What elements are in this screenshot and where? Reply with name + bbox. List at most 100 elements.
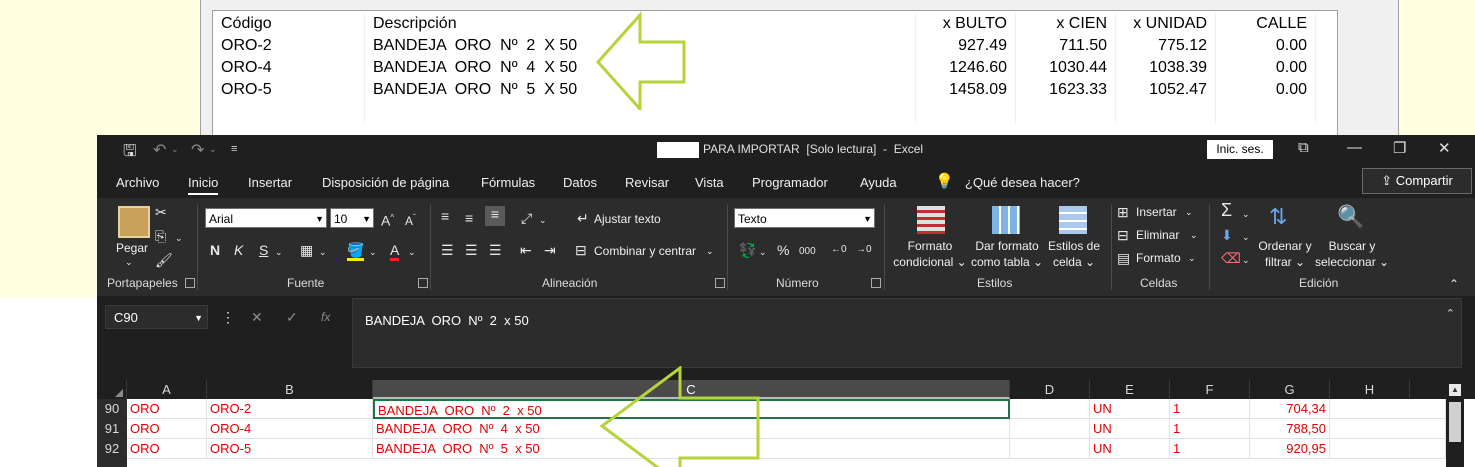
cell-a92[interactable]: ORO [127,439,207,459]
tell-me-search[interactable]: ¿Qué desea hacer? [965,175,1080,190]
delete-cells-button[interactable]: Eliminar [1136,227,1179,243]
italic-icon[interactable]: K [234,242,243,258]
tab-inicio[interactable]: Inicio [188,175,219,195]
copy-icon[interactable]: ⎘ [155,228,166,244]
formula-input[interactable]: BANDEJA ORO Nº 2 x 50 ⌃ [352,298,1462,368]
underline-dropdown-icon[interactable]: ⌄ [275,244,283,260]
minimize-icon[interactable]: — [1347,139,1362,156]
orientation-dropdown-icon[interactable]: ⌄ [539,212,547,228]
column-header-f[interactable]: F [1170,380,1250,399]
row-header-91[interactable]: 91 [97,419,127,439]
cell-a90[interactable]: ORO [127,399,207,419]
find-select-icon[interactable]: 🔍 [1337,204,1364,230]
tab-ayuda[interactable]: Ayuda [860,175,897,190]
align-left-icon[interactable]: ☰ [441,242,454,258]
format-cells-button[interactable]: Formato [1136,250,1181,266]
legacy-header-bulto[interactable]: x BULTO [916,13,1016,35]
percent-icon[interactable]: % [777,242,789,258]
cell-g90[interactable]: 704,34 [1250,399,1330,419]
fill-color-icon[interactable]: 🪣 [347,242,365,261]
underline-icon[interactable]: S [259,242,268,258]
font-color-dropdown-icon[interactable]: ⌄ [408,244,416,260]
cell-e92[interactable]: UN [1090,439,1170,459]
clear-icon[interactable]: ⌫ [1221,250,1241,266]
cell-h90[interactable] [1330,399,1446,419]
bold-icon[interactable]: N [210,242,220,258]
cell-b91[interactable]: ORO-4 [207,419,373,439]
cell-styles-icon[interactable] [1059,206,1087,234]
format-dropdown-icon[interactable]: ⌄ [1188,250,1196,266]
expand-formula-icon[interactable]: ⌃ [1446,307,1455,320]
vertical-scrollbar[interactable]: ▲ [1446,380,1464,467]
cell-c92[interactable]: BANDEJA ORO Nº 5 x 50 [373,439,1010,459]
select-all-button[interactable] [97,380,127,399]
increase-decimal-icon[interactable]: ←0 [831,242,847,258]
cell-d91[interactable] [1010,419,1090,439]
copy-dropdown-icon[interactable]: ⌄ [175,230,183,246]
clear-dropdown-icon[interactable]: ⌄ [1242,252,1250,268]
cell-h91[interactable] [1330,419,1446,439]
font-launcher-icon[interactable] [418,278,428,288]
legacy-row[interactable]: ORO-2 BANDEJA ORO Nº 2 X 50 927.49 711.5… [213,35,1337,57]
cell-f92[interactable]: 1 [1170,439,1250,459]
cell-d90[interactable] [1010,399,1090,419]
increase-font-icon[interactable]: A^ [381,210,394,229]
thousands-icon[interactable]: 000 [799,244,816,260]
sign-in-button[interactable]: Inic. ses. [1207,140,1273,159]
legacy-price-table[interactable]: Código Descripción x BULTO x CIEN x UNID… [212,10,1338,138]
paste-icon[interactable] [118,206,150,238]
cell-c91[interactable]: BANDEJA ORO Nº 4 x 50 [373,419,1010,439]
align-bottom-icon[interactable]: ≡ [485,206,505,226]
legacy-header-calle[interactable]: CALLE [1216,13,1316,35]
ribbon-display-icon[interactable]: ⧉ [1298,139,1309,156]
font-size-select[interactable]: 10 ▼ [330,208,374,228]
autosum-icon[interactable]: Σ [1221,201,1232,219]
row-header-92[interactable]: 92 [97,439,127,459]
clipboard-launcher-icon[interactable] [185,278,195,288]
tab-revisar[interactable]: Revisar [625,175,669,190]
fill-dropdown-icon[interactable]: ⌄ [369,244,377,260]
paste-dropdown-icon[interactable]: ⌄ [125,254,133,270]
tab-disposicion[interactable]: Disposición de página [322,175,449,190]
currency-icon[interactable]: 💱 [739,242,756,258]
legacy-row[interactable]: ORO-5 BANDEJA ORO Nº 5 X 50 1458.09 1623… [213,79,1337,101]
column-header-a[interactable]: A [127,380,207,399]
more-options-icon[interactable]: ⋮ [221,309,235,325]
legacy-header-unidad[interactable]: x UNIDAD [1116,13,1216,35]
fill-dropdown-icon[interactable]: ⌄ [1242,229,1250,245]
align-center-icon[interactable]: ☰ [465,242,478,258]
cell-styles-button[interactable]: Estilos de celda ⌄ [1043,238,1105,270]
close-icon[interactable]: ✕ [1438,139,1451,157]
column-header-e[interactable]: E [1090,380,1170,399]
customize-toolbar-icon[interactable]: ≡ [231,143,237,155]
enter-icon[interactable]: ✓ [286,309,298,325]
tab-insertar[interactable]: Insertar [248,175,292,190]
legacy-header-cien[interactable]: x CIEN [1016,13,1116,35]
tab-archivo[interactable]: Archivo [116,175,159,190]
insert-cells-button[interactable]: Insertar [1136,204,1177,220]
fill-down-icon[interactable]: ⬇ [1221,227,1233,243]
restore-icon[interactable]: ❐ [1393,139,1406,157]
save-icon[interactable]: 🖫 [123,140,137,167]
undo-dropdown-icon[interactable]: ⌄ [171,144,179,155]
insert-function-icon[interactable]: fx [321,309,330,325]
align-middle-icon[interactable]: ≡ [465,210,473,226]
collapse-ribbon-icon[interactable]: ⌃ [1449,276,1459,292]
font-name-select[interactable]: Arial ▼ [205,208,327,228]
column-header-h[interactable]: H [1330,380,1410,399]
align-top-icon[interactable]: ≡ [441,208,449,224]
number-launcher-icon[interactable] [871,278,881,288]
currency-dropdown-icon[interactable]: ⌄ [759,244,767,260]
legacy-header-descripcion[interactable]: Descripción [365,13,916,35]
cell-d92[interactable] [1010,439,1090,459]
cell-e90[interactable]: UN [1090,399,1170,419]
delete-dropdown-icon[interactable]: ⌄ [1190,227,1198,243]
tab-datos[interactable]: Datos [563,175,597,190]
cell-b92[interactable]: ORO-5 [207,439,373,459]
autosum-dropdown-icon[interactable]: ⌄ [1242,206,1250,222]
format-as-table-icon[interactable] [992,206,1020,234]
legacy-row[interactable]: ORO-4 BANDEJA ORO Nº 4 X 50 1246.60 1030… [213,57,1337,79]
cut-icon[interactable]: ✂ [155,204,167,220]
delete-cells-icon[interactable]: ⊟ [1117,227,1129,243]
cancel-icon[interactable]: ✕ [251,309,263,325]
